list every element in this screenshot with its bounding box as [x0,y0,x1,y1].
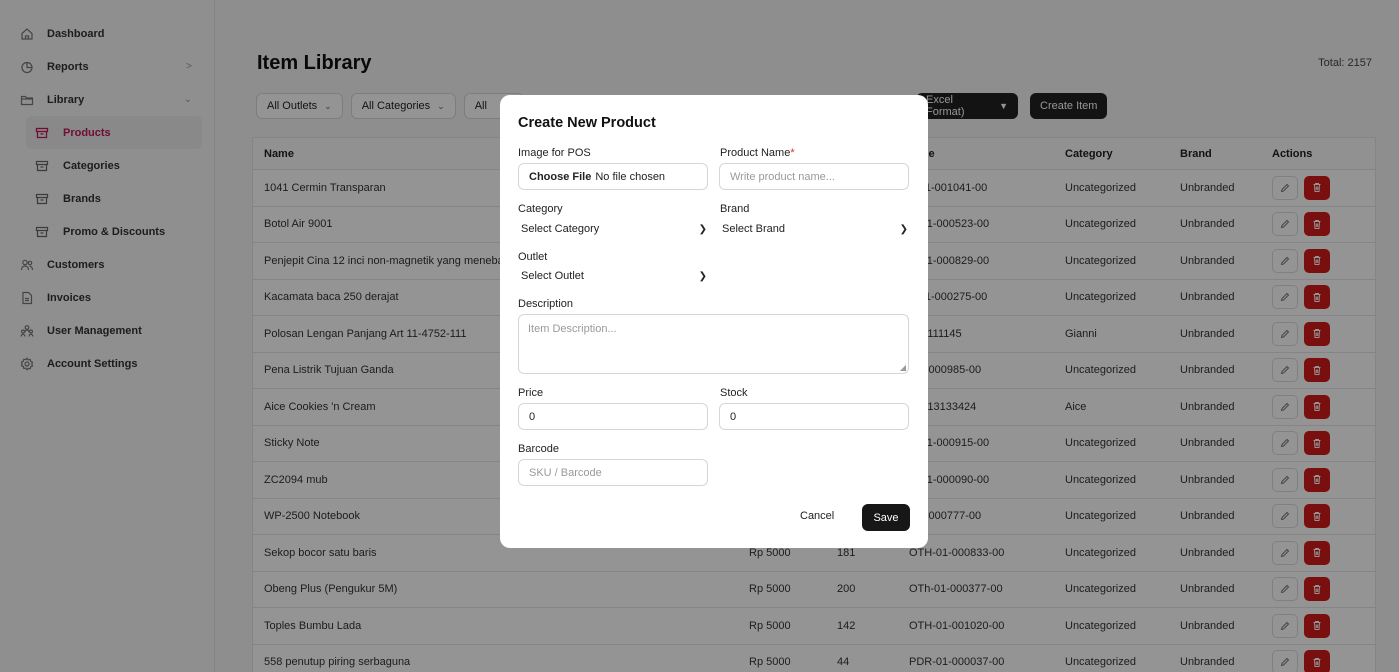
image-file-input[interactable]: Choose File No file chosen [518,163,708,190]
modal-title: Create New Product [518,115,656,131]
chevron-down-icon: ❯ [899,223,908,235]
brand-value: Select Brand [722,223,785,235]
create-product-modal: Create New Product Image for POS Choose … [500,95,928,548]
product-name-label-text: Product Name [720,147,791,159]
chevron-down-icon: ❯ [698,270,707,282]
price-label: Price [518,387,544,399]
brand-label: Brand [720,203,750,215]
outlet-select[interactable]: Select Outlet ❯ [521,266,707,286]
cancel-button[interactable]: Cancel [800,510,834,522]
product-name-label: Product Name* [720,147,795,159]
description-textarea[interactable]: Item Description... ◢ [518,314,909,374]
barcode-label: Barcode [518,443,559,455]
category-select[interactable]: Select Category ❯ [521,219,707,239]
brand-select[interactable]: Select Brand ❯ [722,219,908,239]
outlet-label: Outlet [518,251,548,263]
resize-handle-icon[interactable]: ◢ [900,363,906,372]
description-placeholder: Item Description... [528,323,617,335]
chevron-down-icon: ❯ [698,223,707,235]
barcode-input[interactable]: SKU / Barcode [518,459,708,486]
file-status: No file chosen [595,170,666,183]
outlet-value: Select Outlet [521,270,584,282]
choose-file-button[interactable]: Choose File [529,171,591,183]
stock-input[interactable]: 0 [719,403,909,430]
image-label: Image for POS [518,147,591,159]
price-input[interactable]: 0 [518,403,708,430]
description-label: Description [518,298,574,310]
category-value: Select Category [521,223,600,235]
stock-label: Stock [720,387,748,399]
product-name-input[interactable]: Write product name... [719,163,909,190]
save-button[interactable]: Save [862,504,910,531]
required-mark: * [790,147,795,159]
category-label: Category [518,203,563,215]
